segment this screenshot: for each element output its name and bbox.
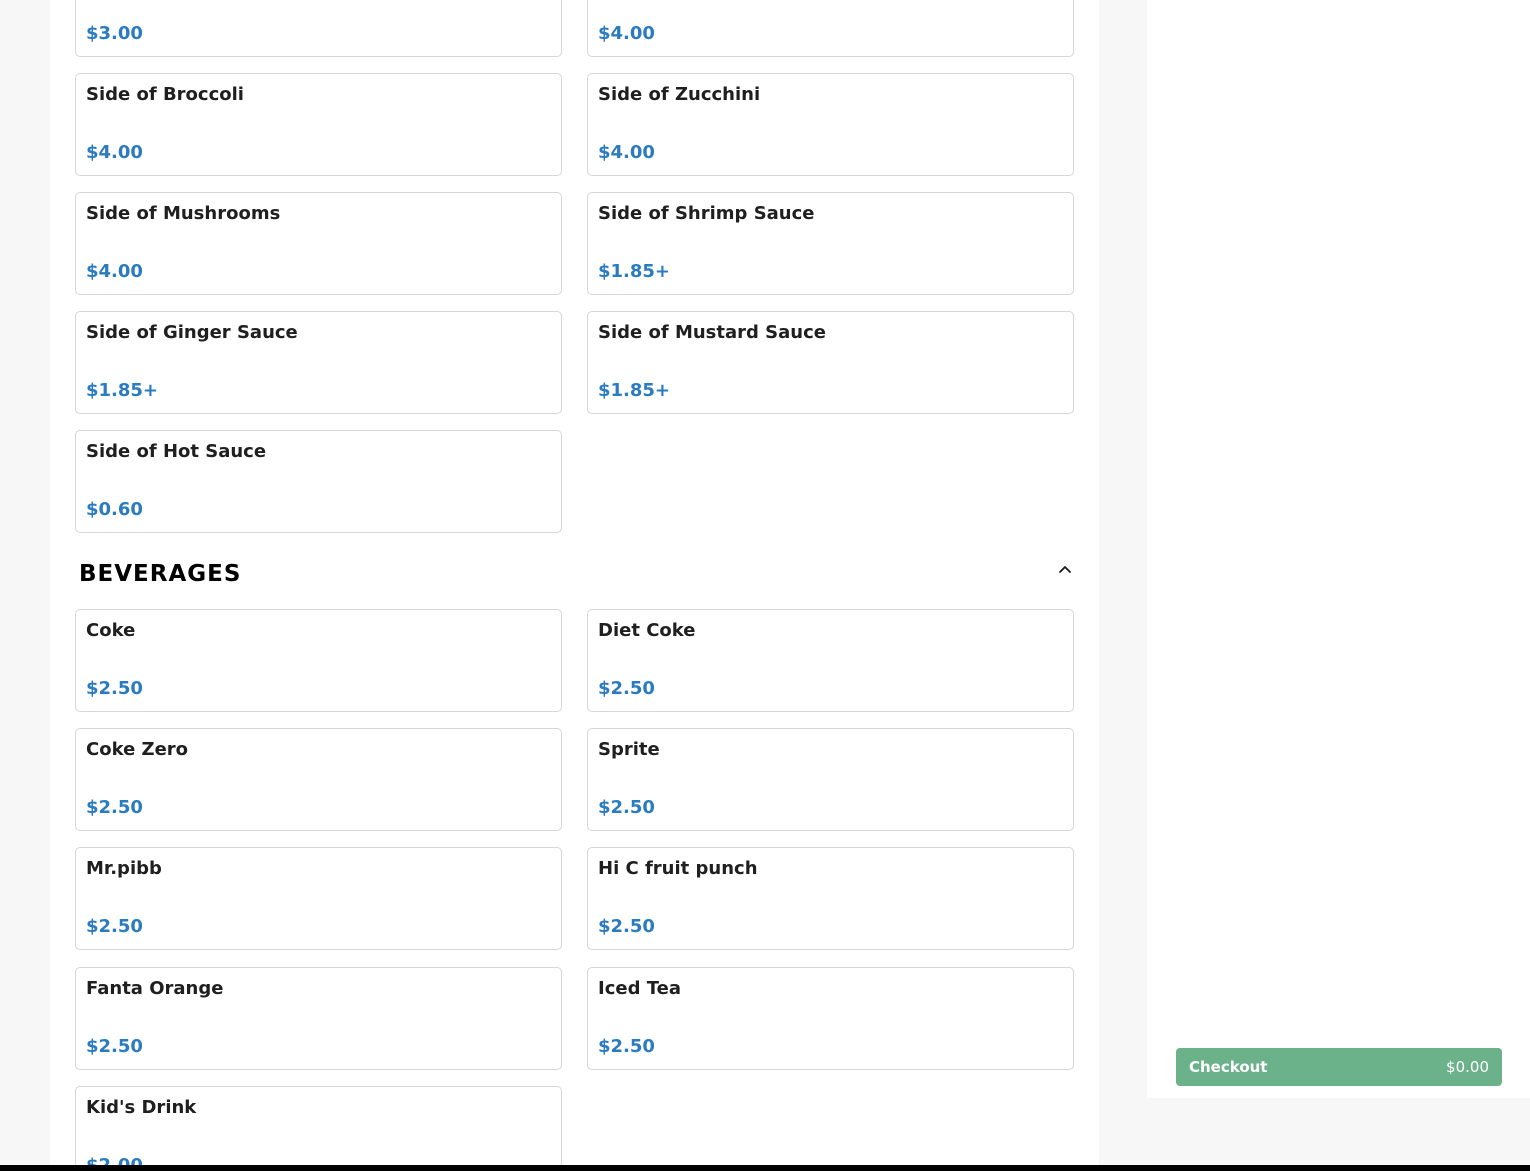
menu-item-card[interactable]: Side of Hot Sauce $0.60 [75, 430, 562, 533]
item-name: Side of Ginger Sauce [86, 322, 298, 343]
item-name: Side of Broccoli [86, 84, 244, 105]
item-price: $4.00 [86, 261, 143, 282]
menu-item-card[interactable]: Side of Zucchini $4.00 [587, 73, 1074, 176]
item-name: Side of Mushrooms [86, 203, 281, 224]
item-price: $0.60 [86, 499, 143, 520]
menu-item-card[interactable]: Diet Coke $2.50 [587, 609, 1074, 712]
item-name: Mr.pibb [86, 858, 162, 879]
checkout-label: Checkout [1189, 1058, 1268, 1076]
item-name: Iced Tea [598, 978, 681, 999]
menu-item-card[interactable]: Mr.pibb $2.50 [75, 847, 562, 950]
item-name: Side of Zucchini [598, 84, 761, 105]
item-name: Fanta Orange [86, 978, 224, 999]
item-price: $1.85+ [598, 380, 671, 401]
menu-item-card[interactable]: Side of Mustard Sauce $1.85+ [587, 311, 1074, 414]
menu-item-card[interactable]: Iced Tea $2.50 [587, 967, 1074, 1070]
item-name: Sprite [598, 739, 660, 760]
item-price: $4.00 [598, 23, 655, 44]
chevron-up-icon[interactable] [1057, 561, 1073, 577]
item-name: Diet Coke [598, 620, 696, 641]
item-price: $4.00 [598, 142, 655, 163]
menu-panel: $3.00 $4.00 Side of Broccoli $4.00 Side … [50, 0, 1099, 1171]
menu-item-card[interactable]: $4.00 [587, 0, 1074, 57]
item-price: $3.00 [86, 23, 143, 44]
item-price: $2.50 [86, 678, 143, 699]
menu-item-card[interactable]: Hi C fruit punch $2.50 [587, 847, 1074, 950]
item-price: $2.50 [86, 1036, 143, 1057]
item-price: $2.50 [598, 916, 655, 937]
menu-item-card[interactable]: Coke Zero $2.50 [75, 728, 562, 831]
menu-item-card[interactable]: Coke $2.50 [75, 609, 562, 712]
checkout-button[interactable]: Checkout $0.00 [1176, 1048, 1502, 1086]
item-name: Side of Mustard Sauce [598, 322, 826, 343]
item-name: Side of Hot Sauce [86, 441, 267, 462]
item-price: $2.50 [598, 797, 655, 818]
item-name: Coke Zero [86, 739, 189, 760]
item-price: $2.50 [86, 916, 143, 937]
item-name: Coke [86, 620, 136, 641]
cart-total: $0.00 [1446, 1058, 1489, 1076]
menu-item-card[interactable]: Side of Mushrooms $4.00 [75, 192, 562, 295]
item-name: Side of Shrimp Sauce [598, 203, 815, 224]
item-name: Hi C fruit punch [598, 858, 758, 879]
menu-item-card[interactable]: Side of Broccoli $4.00 [75, 73, 562, 176]
item-price: $2.50 [86, 797, 143, 818]
item-price: $1.85+ [86, 380, 159, 401]
item-price: $2.50 [598, 678, 655, 699]
section-header-beverages[interactable]: BEVERAGES [75, 555, 1075, 595]
cart-panel: Checkout $0.00 [1147, 0, 1530, 1098]
menu-item-card[interactable]: Side of Ginger Sauce $1.85+ [75, 311, 562, 414]
menu-item-card[interactable]: Kid's Drink $2.00 [75, 1086, 562, 1171]
item-price: $4.00 [86, 142, 143, 163]
item-price: $1.85+ [598, 261, 671, 282]
item-name: Kid's Drink [86, 1097, 197, 1118]
window-bottom-edge [0, 1165, 1530, 1171]
menu-item-card[interactable]: Fanta Orange $2.50 [75, 967, 562, 1070]
menu-item-card[interactable]: Sprite $2.50 [587, 728, 1074, 831]
menu-item-card[interactable]: $3.00 [75, 0, 562, 57]
section-title: BEVERAGES [79, 561, 242, 587]
menu-item-card[interactable]: Side of Shrimp Sauce $1.85+ [587, 192, 1074, 295]
item-price: $2.50 [598, 1036, 655, 1057]
